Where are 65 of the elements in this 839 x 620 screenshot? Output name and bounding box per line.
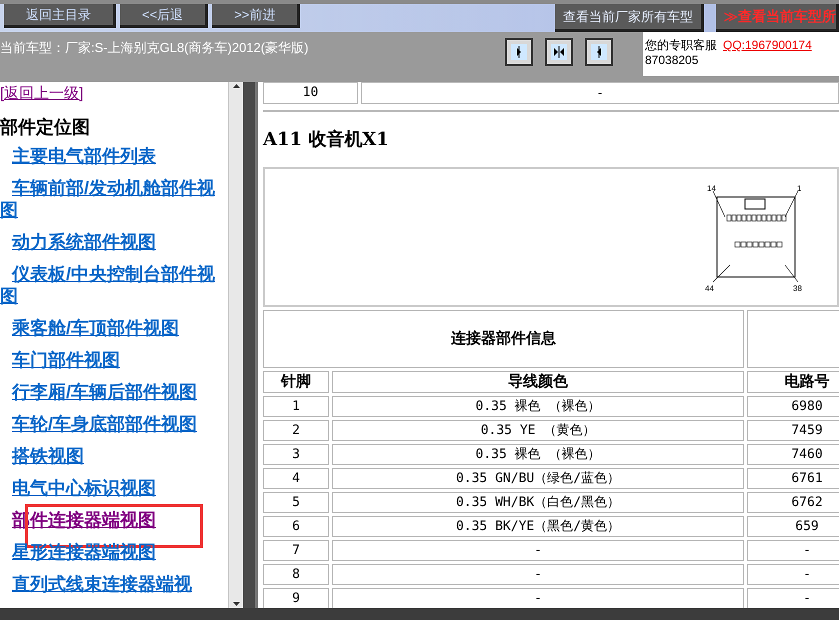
section-title: A11 收音机X1	[263, 128, 390, 152]
table-header: 连接器部件信息	[263, 310, 744, 368]
table-cell: 659	[747, 516, 839, 537]
sidebar-link[interactable]: 车轮/车身底部部件视图	[0, 413, 228, 435]
table-cell: -	[361, 82, 839, 104]
sidebar-link[interactable]: 仪表板/中央控制台部件视图	[0, 263, 228, 307]
table-cell: 5	[263, 492, 329, 513]
panels-collapse-button[interactable]	[545, 38, 573, 66]
table-cell: 0.35 YE （黄色）	[332, 420, 744, 441]
nav-button[interactable]: <<后退	[120, 4, 208, 28]
table-cell: 0.35 裸色 （裸色）	[332, 396, 744, 417]
sidebar-link[interactable]: 车门部件视图	[0, 349, 228, 371]
nav-button[interactable]: 返回主目录	[4, 4, 116, 28]
column-header: 电路号	[747, 371, 839, 393]
table-cell: 7459	[747, 420, 839, 441]
nav-button[interactable]: 查看当前厂家所有车型	[555, 4, 704, 32]
panel-right-icon	[511, 44, 527, 60]
table-cell: -	[747, 564, 839, 585]
table-cell: 7	[263, 540, 329, 561]
table-cell: 7460	[747, 444, 839, 465]
table-cell: 6761	[747, 468, 839, 489]
pin-label: 44	[705, 284, 714, 293]
pin-label: 14	[707, 184, 716, 193]
car-model-text: 当前车型：厂家:S-上海别克GL8(商务车)2012(豪华版)	[0, 39, 310, 57]
sidebar-link[interactable]: 主要电气部件列表	[0, 145, 228, 167]
sidebar-link[interactable]: 行李厢/车辆后部件视图	[0, 381, 228, 403]
panel-left-icon	[591, 44, 607, 60]
table-cell: 4	[263, 468, 329, 489]
table-cell: -	[747, 540, 839, 561]
table-cell: 6762	[747, 492, 839, 513]
sidebar-link[interactable]: 车辆前部/发动机舱部件视图	[0, 177, 228, 221]
column-header: 针脚	[263, 371, 329, 393]
table-cell: -	[332, 540, 744, 561]
sidebar-link[interactable]: 搭铁视图	[0, 445, 228, 467]
table-cell: 0.35 GN/BU（绿色/蓝色）	[332, 468, 744, 489]
table-cell: 6980	[747, 396, 839, 417]
column-header: 导线颜色	[332, 371, 744, 393]
table-cell: -	[332, 564, 744, 585]
panel-left-button[interactable]	[585, 38, 613, 66]
sidebar-heading: 部件定位图	[0, 116, 91, 138]
scroll-down-icon[interactable]	[232, 602, 240, 606]
sidebar-link[interactable]: 电气中心标识视图	[0, 477, 228, 499]
phone-number: 87038205	[645, 53, 700, 68]
table-cell: 2	[263, 420, 329, 441]
service-label: 您的专职客服	[645, 38, 717, 53]
table-cell: 6	[263, 516, 329, 537]
panels-collapse-icon	[551, 44, 567, 60]
table-cell: 0.35 WH/BK（白色/黑色）	[332, 492, 744, 513]
sidebar-link[interactable]: 乘客舱/车顶部件视图	[0, 317, 228, 339]
sidebar-link[interactable]: 星形连接器端视图	[0, 541, 228, 563]
sidebar-link[interactable]: 直列式线束连接器端视	[0, 573, 228, 595]
scroll-up-icon[interactable]	[232, 84, 240, 88]
table-cell: 8	[263, 564, 329, 585]
pin-label: 38	[793, 284, 802, 293]
panel-right-button[interactable]	[505, 38, 533, 66]
table-cell: 3	[263, 444, 329, 465]
table-cell: 10	[263, 82, 358, 104]
table-cell: 0.35 裸色 （裸色）	[332, 444, 744, 465]
pin-label: 1	[797, 184, 802, 193]
table-cell: 1	[263, 396, 329, 417]
qq-link[interactable]: QQ:1967900174	[723, 38, 812, 53]
back-link[interactable]: [返回上一级]	[0, 85, 84, 103]
nav-button[interactable]: >>前进	[212, 4, 300, 28]
sidebar-link[interactable]: 动力系统部件视图	[0, 231, 228, 253]
table-cell: 0.35 BK/YE（黑色/黄色）	[332, 516, 744, 537]
